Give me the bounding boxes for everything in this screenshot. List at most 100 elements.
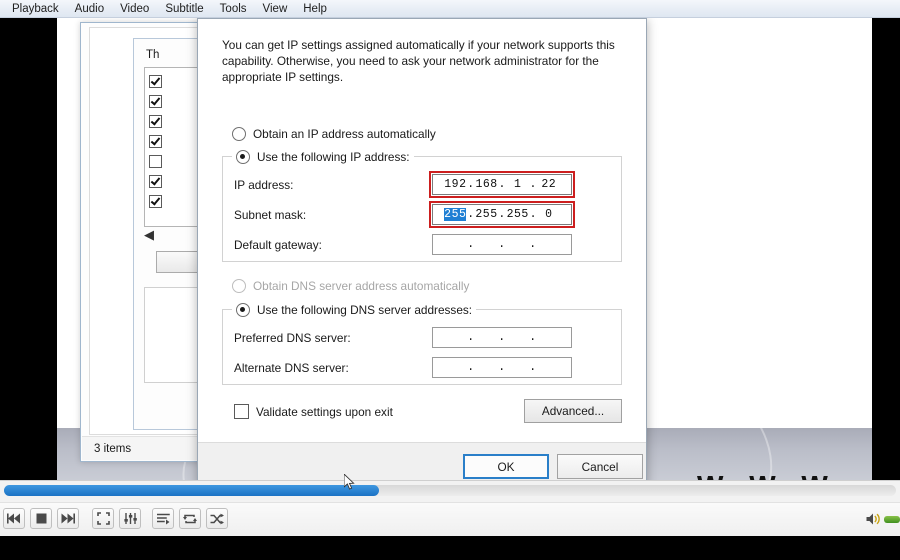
checkbox-icon[interactable]	[149, 174, 162, 188]
subnet-mask-field[interactable]: 255. 255. 255. 0	[432, 204, 572, 225]
seek-track[interactable]	[4, 485, 896, 496]
validate-settings-row[interactable]: Validate settings upon exit	[234, 404, 393, 419]
seek-progress-fill	[4, 485, 379, 496]
subnet-octet-2[interactable]: 255	[475, 208, 497, 221]
seek-bar-container[interactable]	[0, 480, 900, 503]
checkbox-icon[interactable]	[149, 94, 162, 108]
fullscreen-button[interactable]	[92, 508, 114, 529]
radio-use-ip-label: Use the following IP address:	[257, 150, 410, 164]
advanced-button[interactable]: Advanced...	[524, 399, 622, 423]
dialog-body: You can get IP settings assigned automat…	[198, 19, 646, 443]
checkbox-icon[interactable]	[149, 74, 162, 88]
menu-video[interactable]: Video	[112, 1, 157, 17]
ip-octet-1[interactable]: 192	[444, 178, 466, 191]
radio-use-following-dns[interactable]: Use the following DNS server addresses:	[232, 303, 477, 317]
next-button[interactable]	[57, 508, 79, 529]
radio-icon	[232, 279, 246, 293]
loop-icon	[183, 514, 197, 523]
label-preferred-dns: Preferred DNS server:	[234, 331, 351, 345]
ip-separator: .	[467, 178, 475, 191]
menu-help[interactable]: Help	[295, 1, 335, 17]
label-default-gateway: Default gateway:	[234, 238, 322, 252]
equalizer-button[interactable]	[119, 508, 141, 529]
ip-separator: .	[467, 238, 475, 251]
loop-button[interactable]	[179, 508, 201, 529]
equalizer-icon	[123, 513, 137, 524]
radio-icon[interactable]	[236, 303, 250, 317]
label-alternate-dns: Alternate DNS server:	[234, 361, 349, 375]
scroll-left-icon[interactable]: ◀	[144, 227, 154, 243]
playlist-icon	[156, 513, 170, 524]
default-gateway-field[interactable]: ...	[432, 234, 572, 255]
shuffle-icon	[210, 513, 224, 524]
radio-obtain-ip-automatically[interactable]: Obtain an IP address automatically	[232, 127, 436, 141]
ip-separator: .	[498, 178, 506, 191]
preferred-dns-field[interactable]: ...	[432, 327, 572, 348]
radio-obtain-dns-automatically: Obtain DNS server address automatically	[232, 279, 469, 293]
checkbox-icon[interactable]	[149, 154, 162, 168]
ip-separator: .	[498, 208, 506, 221]
intro-description: You can get IP settings assigned automat…	[222, 38, 615, 84]
ip-octet-4[interactable]: 22	[538, 178, 560, 191]
volume-icon[interactable]	[866, 512, 882, 531]
item-count-label: 3 items	[94, 442, 132, 455]
stop-button[interactable]	[30, 508, 52, 529]
ip-separator: .	[498, 361, 506, 374]
ip-separator: .	[467, 331, 475, 344]
video-watermark: W W W . T	[697, 470, 872, 480]
ip-separator: .	[529, 238, 537, 251]
next-icon	[61, 513, 75, 524]
dialog-footer: OK Cancel	[198, 442, 646, 480]
menu-audio[interactable]: Audio	[67, 1, 112, 17]
subnet-octet-3[interactable]: 255	[507, 208, 529, 221]
radio-icon[interactable]	[236, 150, 250, 164]
radio-icon[interactable]	[232, 127, 246, 141]
label-subnet-mask: Subnet mask:	[234, 208, 307, 222]
ip-octet-2[interactable]: 168	[476, 178, 498, 191]
menu-playback[interactable]: Playback	[4, 1, 67, 17]
volume-slider[interactable]	[884, 516, 900, 523]
letterbox-left	[0, 18, 57, 480]
cancel-button[interactable]: Cancel	[557, 454, 643, 479]
ip-address-field[interactable]: 192. 168. 1. 22	[432, 174, 572, 195]
letterbox-right	[872, 18, 900, 480]
stop-icon	[36, 513, 46, 524]
ip-separator: .	[529, 331, 537, 344]
alternate-dns-field[interactable]: ...	[432, 357, 572, 378]
checkbox-icon[interactable]	[149, 114, 162, 128]
ip-separator: .	[498, 331, 506, 344]
ip-separator: .	[529, 208, 538, 221]
checkbox-icon[interactable]	[234, 404, 249, 419]
ipv4-properties-dialog[interactable]: You can get IP settings assigned automat…	[197, 18, 647, 480]
checkbox-icon[interactable]	[149, 194, 162, 208]
ip-separator: .	[498, 238, 506, 251]
subnet-octet-1[interactable]: 255	[444, 208, 467, 221]
window-bottom-bar	[0, 536, 900, 560]
ip-separator: .	[467, 208, 475, 221]
checkbox-icon[interactable]	[149, 134, 162, 148]
fullscreen-icon	[96, 512, 110, 525]
subnet-octet-4[interactable]: 0	[538, 208, 560, 221]
shuffle-button[interactable]	[206, 508, 228, 529]
menu-subtitle[interactable]: Subtitle	[157, 1, 211, 17]
radio-use-following-ip[interactable]: Use the following IP address:	[232, 150, 414, 164]
ok-button[interactable]: OK	[463, 454, 549, 479]
menu-tools[interactable]: Tools	[212, 1, 255, 17]
properties-sheet-title: Th	[146, 49, 160, 61]
radio-use-dns-label: Use the following DNS server addresses:	[257, 303, 473, 317]
ip-octet-3[interactable]: 1	[507, 178, 529, 191]
player-controls: 1	[0, 502, 900, 537]
screen-root: Playback Audio Video Subtitle Tools View…	[0, 0, 900, 560]
playlist-button[interactable]	[152, 508, 174, 529]
ip-separator: .	[467, 361, 475, 374]
radio-obtain-ip-label: Obtain an IP address automatically	[253, 127, 436, 141]
menu-bar: Playback Audio Video Subtitle Tools View…	[0, 0, 900, 18]
video-surface[interactable]: Th ◀ 3 items You can get IP settings ass…	[0, 18, 900, 480]
ip-separator: .	[529, 178, 537, 191]
radio-obtain-dns-label: Obtain DNS server address automatically	[253, 279, 470, 293]
menu-view[interactable]: View	[255, 1, 296, 17]
previous-button[interactable]	[3, 508, 25, 529]
ip-separator: .	[529, 361, 537, 374]
captured-desktop: Th ◀ 3 items You can get IP settings ass…	[57, 18, 872, 480]
previous-icon	[7, 513, 20, 524]
